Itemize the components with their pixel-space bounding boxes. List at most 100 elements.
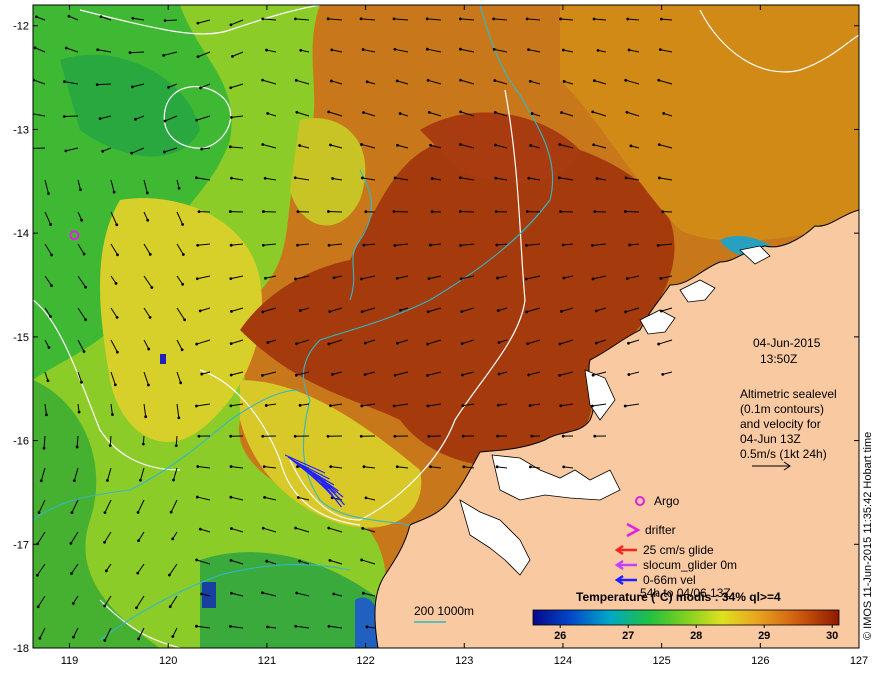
velocity-arrow-head xyxy=(172,478,175,482)
velocity-arrow-head xyxy=(293,434,297,438)
velocity-arrow-head xyxy=(67,14,71,18)
velocity-arrow-head xyxy=(266,341,270,344)
velocity-arrow-head xyxy=(528,79,532,83)
velocity-arrow-head xyxy=(200,372,204,376)
lon-tick-label: 124 xyxy=(554,655,572,667)
velocity-arrow-head xyxy=(229,434,233,438)
velocity-arrow-head xyxy=(265,48,268,52)
velocity-arrow-head xyxy=(180,348,184,352)
velocity-arrow-head xyxy=(496,434,500,438)
velocity-arrow-head xyxy=(293,176,297,180)
velocity-arrow-head xyxy=(625,110,629,114)
velocity-arrow-head xyxy=(527,373,531,377)
velocity-arrow-head xyxy=(147,347,151,351)
velocity-arrow-head xyxy=(261,143,265,146)
velocity-arrow-head xyxy=(75,445,79,449)
velocity-arrow-head xyxy=(525,310,529,314)
velocity-arrow-head xyxy=(560,309,563,313)
velocity-arrow-head xyxy=(458,210,462,213)
velocity-arrow-head xyxy=(36,605,40,609)
velocity-arrow-head xyxy=(459,78,462,82)
velocity-arrow-head xyxy=(294,526,298,530)
velocity-arrow-head xyxy=(329,465,333,469)
velocity-arrow-head xyxy=(623,404,627,408)
velocity-arrow-head xyxy=(195,558,199,562)
velocity-arrow-head xyxy=(163,19,167,23)
velocity-arrow-head xyxy=(658,48,662,52)
velocity-arrow-head xyxy=(395,79,399,83)
velocity-arrow-head xyxy=(392,404,396,408)
velocity-arrow-head xyxy=(298,403,302,407)
velocity-arrow-head xyxy=(427,434,431,438)
velocity-arrow-head xyxy=(195,342,199,346)
velocity-arrow-head xyxy=(661,372,665,376)
velocity-arrow-head xyxy=(49,223,53,226)
velocity-arrow-head xyxy=(99,15,103,18)
velocity-arrow-head xyxy=(64,46,68,50)
velocity-arrow-head xyxy=(560,111,563,114)
velocity-arrow-head xyxy=(137,637,140,641)
velocity-arrow-head xyxy=(361,48,365,51)
velocity-arrow-head xyxy=(461,404,465,408)
velocity-arrow-head xyxy=(524,277,528,281)
velocity-arrow-head xyxy=(263,176,267,180)
velocity-arrow-head xyxy=(494,176,498,180)
velocity-arrow-head xyxy=(106,479,109,482)
velocity-arrow-head xyxy=(196,243,200,247)
velocity-arrow-head xyxy=(396,341,399,345)
velocity-arrow-head xyxy=(174,444,178,447)
velocity-arrow-head xyxy=(298,309,302,312)
velocity-arrow-head xyxy=(80,218,84,222)
velocity-arrow-head xyxy=(430,177,434,180)
lon-tick-label: 127 xyxy=(850,655,868,667)
velocity-arrow-head xyxy=(111,413,114,416)
lat-tick-label: -13 xyxy=(13,124,29,136)
velocity-arrow-head xyxy=(196,21,200,25)
velocity-arrow-head xyxy=(80,380,83,384)
velocity-arrow-head xyxy=(95,83,99,86)
velocity-arrow-head xyxy=(594,341,598,345)
velocity-arrow-head xyxy=(33,46,37,50)
velocity-arrow-head xyxy=(294,624,298,628)
date-label: 04-Jun-2015 xyxy=(753,336,821,350)
velocity-arrow-head xyxy=(559,210,562,213)
lon-tick-label: 126 xyxy=(751,655,769,667)
velocity-arrow-head xyxy=(525,17,529,21)
velocity-arrow-head xyxy=(296,243,299,247)
velocity-arrow-head xyxy=(103,511,107,514)
velocity-arrow-head xyxy=(171,635,175,638)
velocity-arrow-head xyxy=(462,465,466,469)
velocity-arrow-head xyxy=(82,252,86,256)
velocity-arrow-head xyxy=(624,210,627,213)
velocity-arrow-head xyxy=(130,151,134,155)
velocity-arrow-head xyxy=(183,318,187,322)
velocity-arrow-head xyxy=(561,243,565,247)
velocity-arrow-head xyxy=(70,572,73,575)
velocity-arrow-head xyxy=(332,276,336,280)
velocity-arrow-head xyxy=(360,277,363,281)
colorbar-tick-label: 29 xyxy=(758,630,770,642)
velocity-arrow-head xyxy=(528,404,532,407)
velocity-arrow-head xyxy=(261,78,264,82)
velocity-arrow-head xyxy=(69,541,73,545)
velocity-arrow-head xyxy=(261,374,264,377)
velocity-arrow-head xyxy=(327,210,330,213)
velocity-arrow-head xyxy=(79,188,82,192)
velocity-arrow-head xyxy=(593,434,597,438)
slocum-legend-label: slocum_glider 0m xyxy=(643,558,737,572)
velocity-arrow-head xyxy=(561,434,565,438)
velocity-arrow-head xyxy=(103,604,107,608)
velocity-arrow-head xyxy=(327,110,331,114)
velocity-arrow-head xyxy=(361,526,365,530)
velocity-arrow-head xyxy=(47,192,50,195)
velocity-arrow-head xyxy=(395,465,399,469)
lat-tick-label: -12 xyxy=(13,21,29,33)
velocity-arrow-head xyxy=(525,210,529,213)
velocity-arrow-head xyxy=(295,342,298,346)
velocity-arrow-head xyxy=(103,540,106,544)
velocity-arrow-head xyxy=(497,372,501,376)
velocity-arrow xyxy=(64,115,79,118)
velocity-arrow-head xyxy=(326,17,330,21)
velocity-arrow-head xyxy=(365,80,369,84)
velocity-arrow-head xyxy=(198,309,202,313)
